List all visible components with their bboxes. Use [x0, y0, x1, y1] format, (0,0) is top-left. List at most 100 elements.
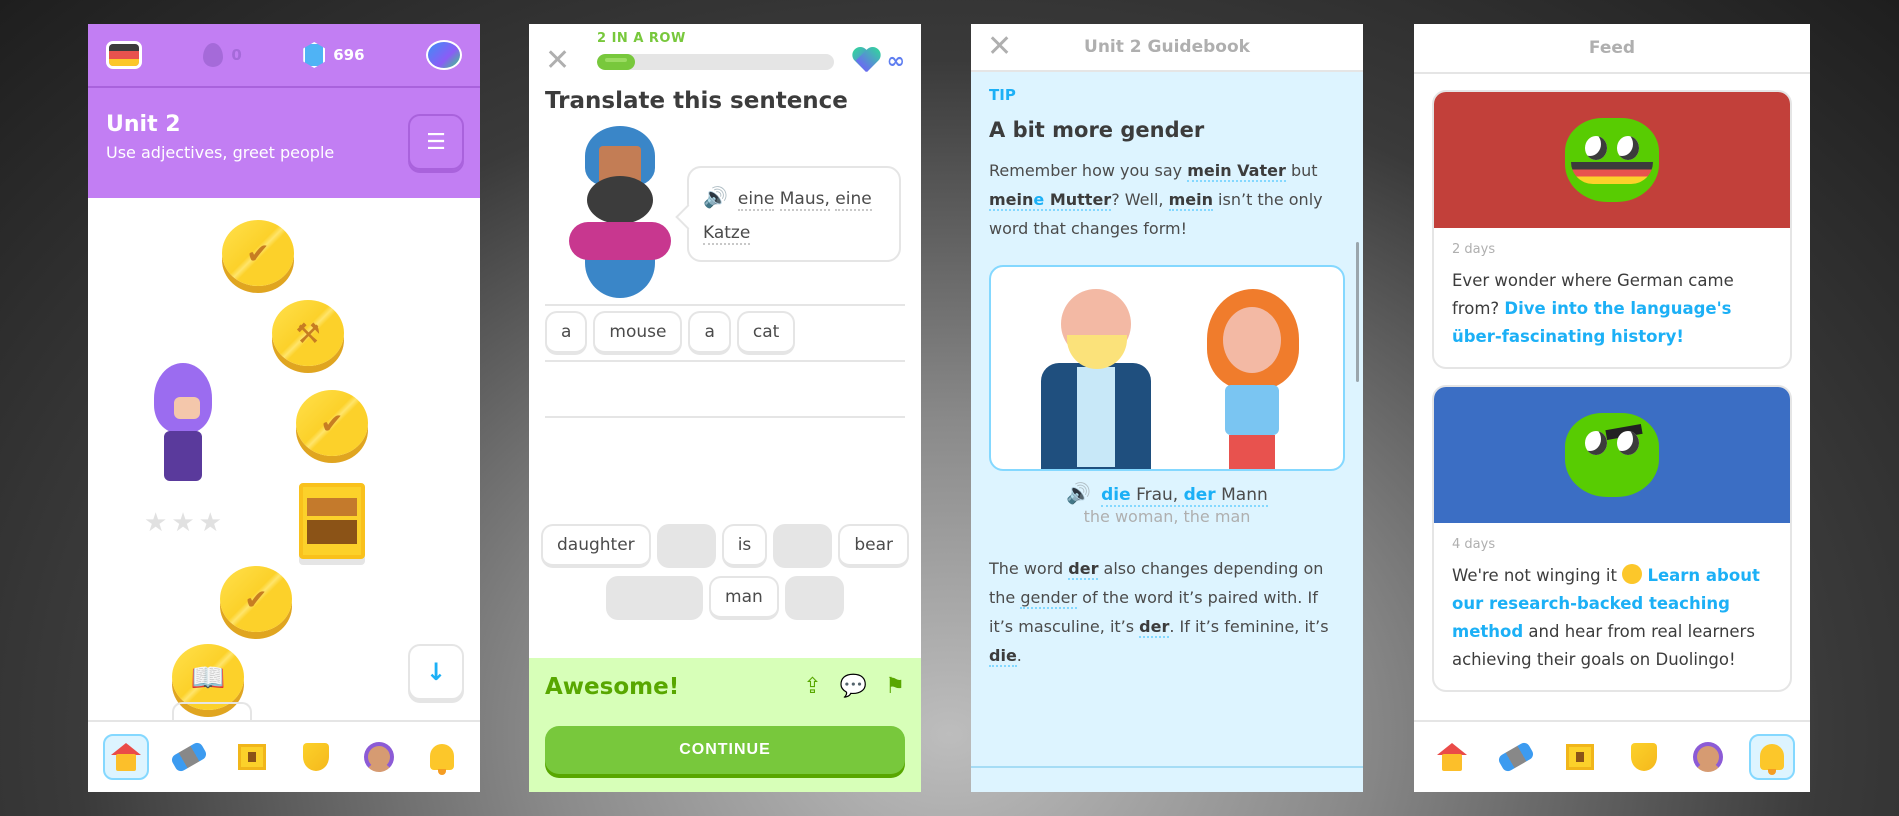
shield-icon [302, 743, 329, 771]
prompt-word[interactable]: Maus, [779, 189, 830, 211]
card-timestamp: 4 days [1452, 537, 1496, 552]
check-icon: ✔ [246, 236, 270, 270]
check-icon: ✔ [320, 406, 344, 440]
bell-icon [1760, 744, 1784, 775]
prompt-word[interactable]: eine [737, 189, 775, 211]
vocab-word[interactable]: die [989, 646, 1017, 667]
star-icon: ★ [198, 508, 222, 538]
guidebook-button[interactable]: ☰ [408, 114, 464, 170]
gems-count: 696 [333, 46, 365, 64]
tab-practice[interactable] [1493, 734, 1539, 780]
guidebook-content: TIP A bit more gender Remember how you s… [971, 72, 1363, 792]
scroll-down-button[interactable]: ↓ [408, 644, 464, 700]
vocab-word[interactable]: gender [1020, 588, 1078, 609]
star-icon: ★ [144, 508, 168, 538]
feed-header: Feed [1414, 24, 1810, 74]
word-bank-row: daughter is bear [541, 524, 909, 568]
card-text: Ever wonder where German came from? Dive… [1452, 271, 1734, 346]
home-icon [110, 743, 141, 771]
tab-notifications[interactable] [1749, 734, 1795, 780]
word-bank-chip[interactable]: man [709, 576, 779, 620]
lesson-node-completed[interactable]: ✔ [220, 566, 292, 632]
answer-word-chip[interactable]: a [688, 311, 731, 355]
feedback-actions: ⇪ 💬 ⚑ [803, 674, 905, 699]
gem-icon [303, 42, 326, 68]
bottom-tab-bar [1414, 720, 1810, 792]
super-globe-icon[interactable] [425, 40, 462, 70]
card-text: We're not winging it Learn about our res… [1452, 564, 1760, 669]
prompt-word[interactable]: Katze [703, 223, 751, 245]
example-phrase[interactable]: 🔊 die Frau, der Mann [989, 481, 1345, 507]
chest-icon [238, 744, 267, 770]
story-node[interactable]: 📖 [172, 644, 244, 710]
owl-icon [1565, 118, 1659, 202]
germany-flag-icon[interactable] [106, 41, 142, 69]
comment-icon[interactable]: 💬 [840, 674, 867, 699]
tab-league[interactable] [293, 734, 339, 780]
continue-button[interactable]: CONTINUE [545, 726, 905, 774]
home-icon [1437, 743, 1467, 771]
vocab-word[interactable]: mein [1168, 190, 1213, 211]
tab-home[interactable] [102, 734, 149, 780]
feed-title: Feed [1588, 38, 1636, 58]
section-divider [971, 766, 1363, 768]
word-bank-chip[interactable]: bear [838, 524, 909, 568]
lesson-progress-bar [597, 54, 834, 70]
top-status-bar: 0 696 [88, 24, 480, 88]
tab-profile[interactable] [1685, 734, 1731, 780]
lesson-node-completed[interactable]: ✔ [222, 220, 294, 286]
vocab-word[interactable]: der [1139, 617, 1170, 638]
streak-label: 2 IN A ROW [597, 31, 686, 46]
word-bank-slot-used [656, 524, 716, 568]
streak-count: 0 [231, 46, 242, 64]
character-illustration [569, 126, 671, 304]
share-icon[interactable]: ⇪ [803, 674, 821, 699]
vocab-word[interactable]: der [1068, 559, 1099, 580]
lesson-node-completed[interactable]: ✔ [296, 390, 368, 456]
close-icon[interactable]: ✕ [545, 46, 570, 76]
star-icon: ★ [171, 508, 195, 538]
tab-practice[interactable] [166, 734, 212, 780]
treasure-chest-node[interactable] [299, 483, 365, 559]
challenge-title: Translate this sentence [545, 88, 848, 114]
tip-title: A bit more gender [989, 118, 1205, 142]
owl-icon [1565, 413, 1659, 497]
hearts-counter[interactable]: ∞ [853, 48, 905, 74]
feed-card[interactable]: 4 days We're not winging it Learn about … [1432, 385, 1792, 692]
flame-icon [203, 43, 224, 67]
word-bank-slot-used [606, 576, 704, 620]
speaker-icon[interactable]: 🔊 [703, 185, 728, 209]
tab-leaderboard[interactable] [229, 734, 275, 780]
feedback-panel: Awesome! ⇪ 💬 ⚑ CONTINUE [529, 658, 921, 792]
tab-profile[interactable] [356, 734, 402, 780]
tip-paragraph: Remember how you say mein Vater but mein… [989, 161, 1323, 238]
answer-word-chip[interactable]: a [545, 311, 588, 355]
answer-word-chip[interactable]: mouse [593, 311, 683, 355]
feed-card[interactable]: 2 days Ever wonder where German came fro… [1432, 90, 1792, 369]
tab-league[interactable] [1621, 734, 1667, 780]
dumbbell-icon: ⚒ [295, 316, 321, 350]
shield-icon [1631, 743, 1657, 771]
streak-counter[interactable]: 0 [203, 43, 242, 67]
practice-node[interactable]: ⚒ [272, 300, 344, 366]
notebook-icon: ☰ [426, 129, 446, 155]
tab-leaderboard[interactable] [1557, 734, 1603, 780]
word-bank-chip[interactable]: daughter [541, 524, 651, 568]
vocab-word[interactable]: mein Vater [1187, 161, 1286, 182]
speaker-icon[interactable]: 🔊 [1066, 481, 1091, 505]
gems-counter[interactable]: 696 [303, 42, 365, 68]
vocab-word[interactable]: meine Mutter [989, 190, 1112, 211]
card-timestamp: 2 days [1452, 242, 1496, 257]
word-bank-row: man [606, 576, 844, 620]
flag-icon[interactable]: ⚑ [885, 674, 905, 699]
guidebook-screen: ✕ Unit 2 Guidebook TIP A bit more gender… [971, 24, 1363, 792]
tab-notifications[interactable] [419, 734, 465, 780]
close-icon[interactable]: ✕ [987, 32, 1012, 62]
tab-home[interactable] [1429, 734, 1475, 780]
learn-screen: 0 696 Unit 2 Use adjectives, greet peopl… [88, 24, 480, 792]
prompt-word[interactable]: eine [835, 189, 872, 211]
scrollbar[interactable] [1356, 242, 1359, 382]
answer-word-chip[interactable]: cat [736, 311, 796, 355]
avatar-icon [1693, 742, 1723, 772]
word-bank-chip[interactable]: is [721, 524, 768, 568]
